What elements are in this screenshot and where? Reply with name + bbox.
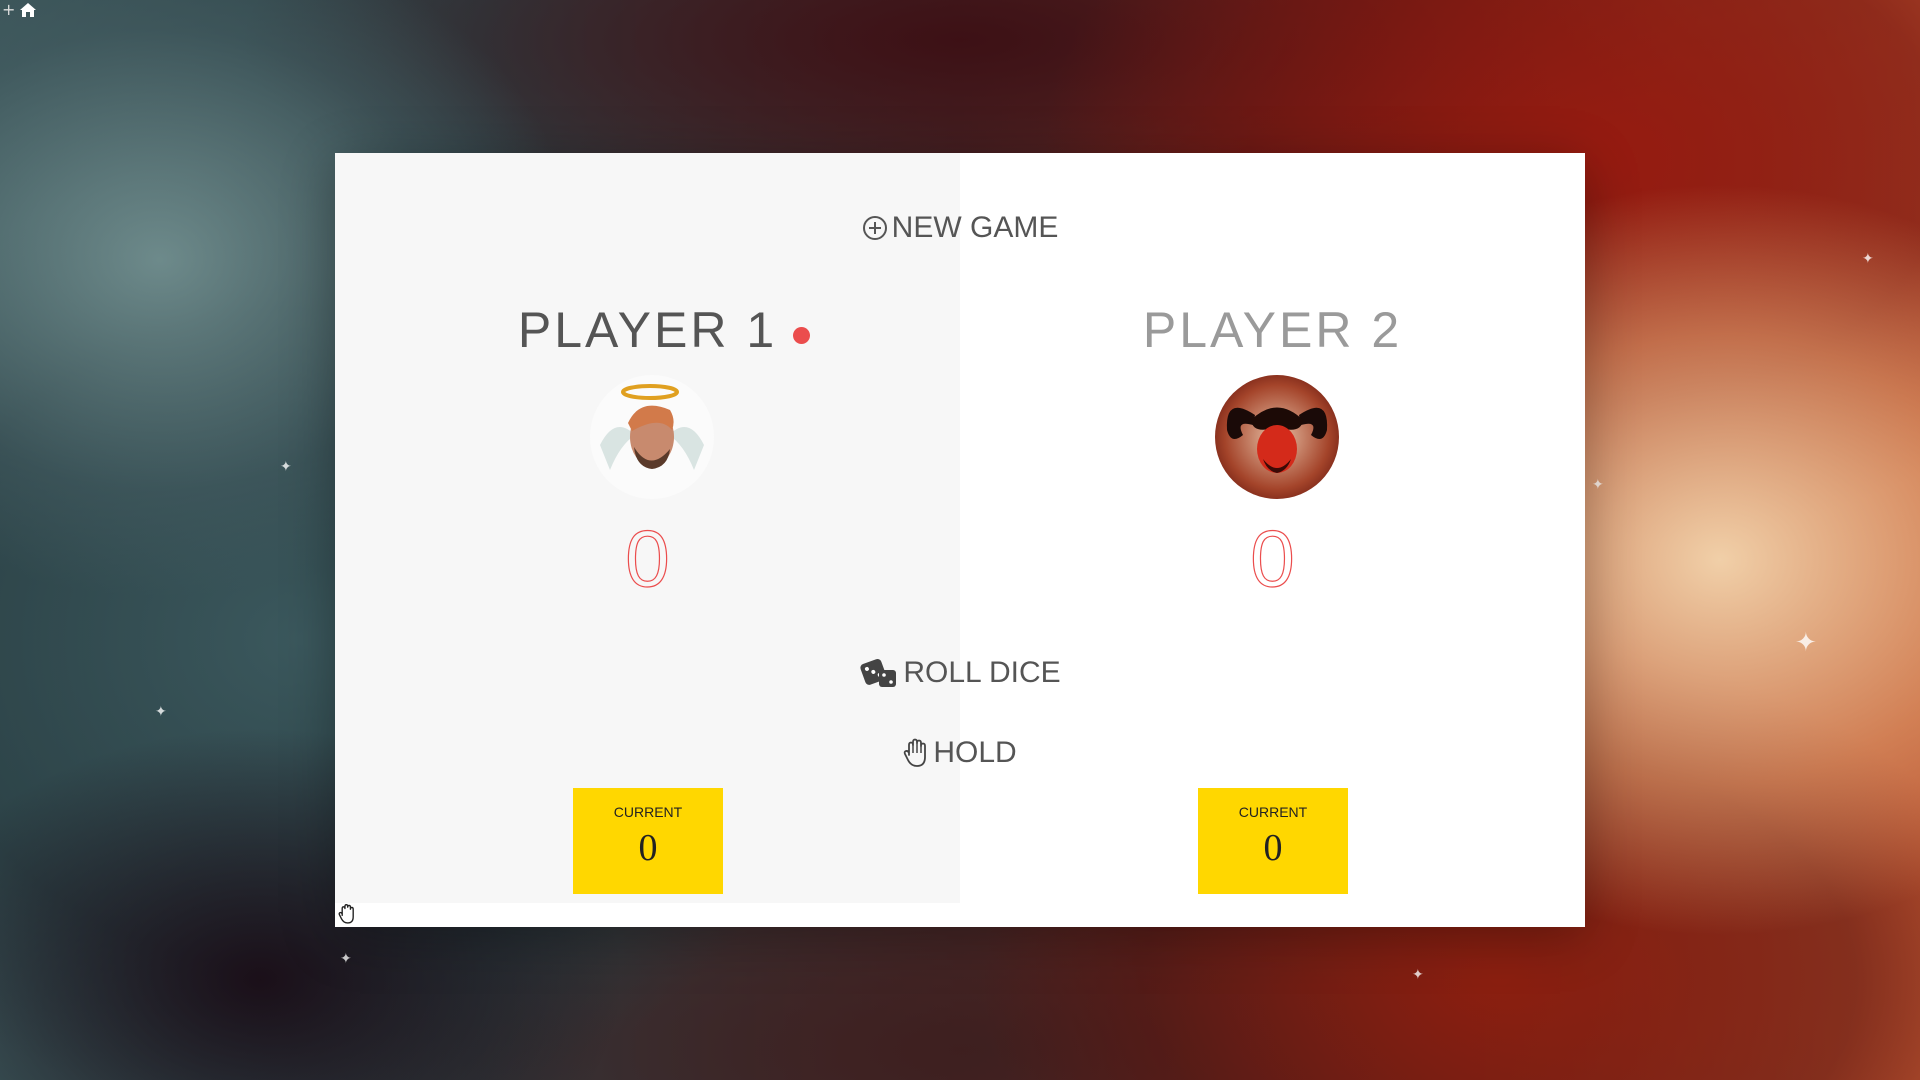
plus-icon[interactable]: + — [2, 2, 15, 18]
player-2-current-score: 0 — [1263, 827, 1283, 869]
roll-dice-button[interactable]: ROLL DICE — [850, 653, 1070, 693]
player-1-score-value: 0 — [625, 513, 671, 603]
sparkle-decoration: ✦ — [280, 459, 292, 475]
player-1-current-score: 0 — [638, 827, 658, 869]
player-2-score-value: 0 — [1250, 513, 1296, 603]
home-icon[interactable] — [19, 2, 37, 18]
hand-cursor-icon — [338, 903, 356, 927]
sparkle-decoration: ✦ — [340, 951, 352, 967]
sparkle-decoration: ✦ — [155, 704, 167, 720]
sparkle-decoration: ✦ — [1412, 967, 1424, 983]
new-game-button[interactable]: NEW GAME — [860, 208, 1060, 248]
sparkle-decoration: ✦ — [1795, 628, 1817, 658]
corner-controls: + — [2, 2, 37, 18]
game-board: PLAYER 1 0 CURRENT 0 PLAYER 2 0 CURRENT … — [335, 153, 1585, 927]
new-game-label: NEW GAME — [891, 211, 1059, 244]
player-2-avatar — [1215, 375, 1339, 499]
player-1-current-box: CURRENT 0 — [573, 788, 723, 894]
current-label: CURRENT — [613, 804, 683, 820]
hold-label: HOLD — [933, 736, 1017, 769]
player-1-name: PLAYER 1 — [517, 302, 778, 358]
sparkle-decoration: ✦ — [1862, 251, 1874, 267]
dice-icon — [859, 657, 899, 689]
player-2-score: 0 — [960, 513, 1585, 605]
player-1-score: 0 — [335, 513, 960, 605]
player-2-current-box: CURRENT 0 — [1198, 788, 1348, 894]
active-player-indicator — [793, 327, 810, 344]
roll-dice-label: ROLL DICE — [903, 656, 1061, 689]
hand-icon — [903, 737, 929, 769]
player-1-panel: PLAYER 1 0 CURRENT 0 — [335, 153, 960, 903]
plus-circle-icon — [862, 215, 888, 241]
player-1-avatar — [590, 375, 714, 499]
hold-button[interactable]: HOLD — [890, 733, 1030, 773]
player-2-panel: PLAYER 2 0 CURRENT 0 — [960, 153, 1585, 903]
sparkle-decoration: ✦ — [1592, 477, 1604, 493]
player-2-name: PLAYER 2 — [1142, 302, 1403, 358]
current-label: CURRENT — [1238, 804, 1308, 820]
